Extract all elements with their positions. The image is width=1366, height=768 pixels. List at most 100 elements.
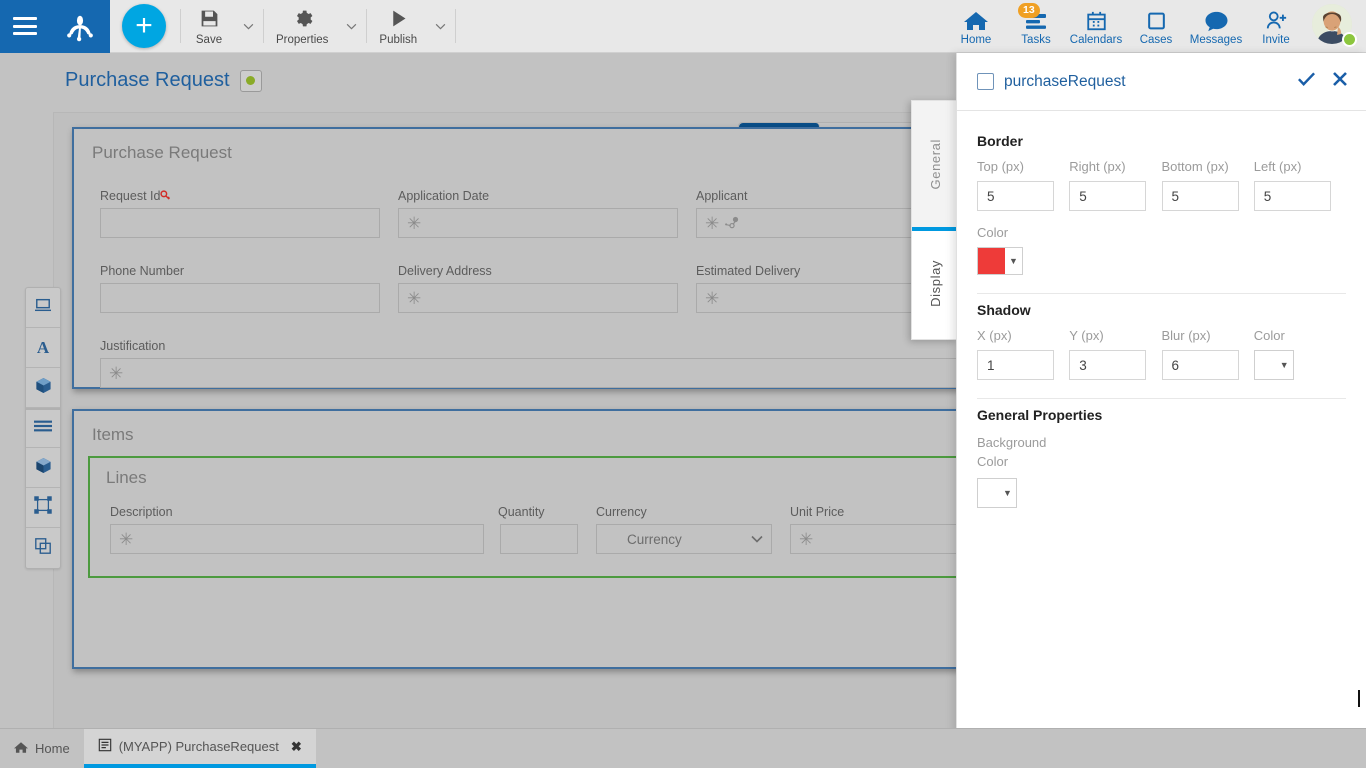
input-justification[interactable]: ✳: [100, 358, 978, 388]
input-application-date[interactable]: ✳: [398, 208, 678, 238]
gear-icon: [292, 7, 313, 31]
border-color-fill: [978, 248, 1005, 274]
column-label-currency: Currency: [596, 505, 772, 519]
nav-home[interactable]: Home: [946, 0, 1006, 53]
shadow-color-fill: [1255, 351, 1276, 379]
palette-copy-button[interactable]: [26, 528, 60, 568]
label-border-left: Left (px): [1254, 159, 1346, 174]
label-shadow-x: X (px): [977, 328, 1069, 343]
nav-cases[interactable]: Cases: [1126, 0, 1186, 53]
properties-dropdown-caret[interactable]: [338, 0, 364, 53]
column-label-quantity: Quantity: [498, 505, 578, 519]
nav-cases-label: Cases: [1140, 34, 1173, 46]
border-left-group: Left (px): [1254, 159, 1346, 211]
tab-general[interactable]: General: [912, 101, 959, 231]
nav-invite[interactable]: Invite: [1246, 0, 1306, 53]
input-phone-number[interactable]: [100, 283, 380, 313]
save-dropdown-caret[interactable]: [235, 0, 261, 53]
input-unit-price[interactable]: ✳: [790, 524, 976, 554]
input-description[interactable]: ✳: [110, 524, 484, 554]
properties-checkbox[interactable]: [977, 73, 994, 90]
input-request-id[interactable]: [100, 208, 380, 238]
purchase-request-panel[interactable]: Purchase Request Request Id Application …: [72, 127, 1000, 389]
palette-cube-button[interactable]: [26, 368, 60, 408]
taskbar-tab-purchaserequest[interactable]: (MYAPP) PurchaseRequest ✖: [84, 729, 316, 768]
tab-display[interactable]: Display: [912, 231, 959, 336]
bizagi-frog-logo[interactable]: [62, 8, 98, 44]
field-application-date[interactable]: Application Date ✳: [398, 189, 678, 238]
properties-button[interactable]: Properties: [266, 0, 338, 53]
taskbar-home-label: Home: [35, 741, 70, 756]
chevron-down-icon: [751, 535, 763, 543]
shadow-color-dropdown-caret[interactable]: ▼: [1276, 351, 1293, 379]
publish-dropdown-caret[interactable]: [427, 0, 453, 53]
input-shadow-x[interactable]: [977, 350, 1054, 380]
input-delivery-address[interactable]: ✳: [398, 283, 678, 313]
field-justification[interactable]: Justification ✳: [100, 339, 978, 388]
nav-calendars[interactable]: Calendars: [1066, 0, 1126, 53]
label-shadow-blur: Blur (px): [1162, 328, 1254, 343]
border-right-group: Right (px): [1069, 159, 1161, 211]
lines-panel[interactable]: Lines Description ✳ Quantity Currency Cu…: [88, 456, 984, 578]
text-cursor: [1358, 690, 1360, 707]
field-request-id[interactable]: Request Id: [100, 189, 380, 238]
palette-text-button[interactable]: A: [26, 328, 60, 368]
palette-display-button[interactable]: [26, 288, 60, 328]
taskbar-tab-close-icon[interactable]: ✖: [291, 739, 302, 755]
properties-label: Properties: [276, 34, 328, 46]
background-color-swatch[interactable]: ▼: [977, 478, 1017, 508]
select-currency[interactable]: Currency: [596, 524, 772, 554]
form-container: Purchase Request Request Id Application …: [53, 112, 1013, 728]
column-currency[interactable]: Currency Currency: [596, 505, 772, 554]
shadow-y-group: Y (px): [1069, 328, 1161, 380]
close-x-icon[interactable]: [1332, 71, 1348, 93]
add-new-button[interactable]: +: [122, 4, 166, 48]
check-icon[interactable]: [1297, 71, 1316, 93]
palette-list-button[interactable]: [26, 408, 60, 448]
state-indicator-chip[interactable]: [240, 70, 262, 92]
column-unit-price[interactable]: Unit Price ✳: [790, 505, 976, 554]
nav-messages-label: Messages: [1190, 34, 1242, 46]
field-delivery-address[interactable]: Delivery Address ✳: [398, 264, 678, 313]
column-description[interactable]: Description ✳: [110, 505, 484, 554]
input-shadow-blur[interactable]: [1162, 350, 1239, 380]
input-shadow-y[interactable]: [1069, 350, 1146, 380]
input-border-right[interactable]: [1069, 181, 1146, 211]
input-border-bottom[interactable]: [1162, 181, 1239, 211]
save-button[interactable]: Save: [183, 0, 235, 53]
avatar[interactable]: [1312, 4, 1356, 48]
input-border-left[interactable]: [1254, 181, 1331, 211]
palette-group-button[interactable]: [26, 488, 60, 528]
top-toolbar: + Save Properties Publish: [0, 0, 1366, 53]
shadow-blur-group: Blur (px): [1162, 328, 1254, 380]
toolbar-divider: [180, 9, 181, 43]
properties-body: Border Top (px) Right (px) Bottom (px) L…: [957, 111, 1366, 508]
nav-tasks-label: Tasks: [1021, 34, 1050, 46]
brand-area: [0, 0, 110, 53]
person-plus-icon: [1264, 7, 1289, 32]
background-color-dropdown-caret[interactable]: ▼: [999, 479, 1016, 507]
nav-tasks[interactable]: 13 Tasks: [1006, 0, 1066, 53]
taskbar-home[interactable]: Home: [0, 729, 84, 768]
input-quantity[interactable]: [500, 524, 578, 554]
input-border-top[interactable]: [977, 181, 1054, 211]
field-phone-number[interactable]: Phone Number: [100, 264, 380, 313]
properties-panel: purchaseRequest Border Top (px) Right (p…: [956, 53, 1366, 768]
field-label-delivery-address: Delivery Address: [398, 264, 678, 278]
color-dropdown-caret[interactable]: ▼: [1005, 248, 1022, 274]
label-background-color: Background Color: [977, 433, 1346, 471]
page-title-row: Purchase Request: [65, 69, 262, 92]
border-color-swatch[interactable]: ▼: [977, 247, 1023, 275]
shadow-color-group: Color ▼: [1254, 328, 1346, 380]
hamburger-icon[interactable]: [13, 17, 37, 35]
border-fields-grid: Top (px) Right (px) Bottom (px) Left (px…: [977, 159, 1346, 211]
column-quantity[interactable]: Quantity: [500, 505, 578, 554]
publish-button[interactable]: Publish: [369, 0, 427, 53]
house-icon: [963, 7, 989, 32]
items-panel[interactable]: Items Lines Description ✳ Quantity Curre…: [72, 409, 1000, 669]
border-top-group: Top (px): [977, 159, 1069, 211]
key-search-icon: [160, 190, 171, 201]
palette-cube-filled-button[interactable]: [26, 448, 60, 488]
nav-messages[interactable]: Messages: [1186, 0, 1246, 53]
shadow-color-swatch[interactable]: ▼: [1254, 350, 1294, 380]
